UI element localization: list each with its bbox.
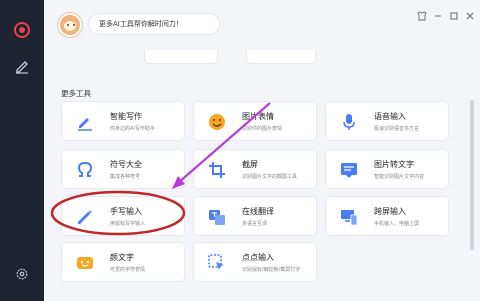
tool-title: 符号大全	[110, 160, 142, 169]
tool-desc: 智能识别图片文字内容	[374, 174, 425, 180]
tool-desc: 极速识别语音多方言	[374, 126, 420, 132]
tool-desc: 多语言互译	[242, 221, 268, 227]
screenshot-icon	[206, 159, 228, 181]
skin-icon[interactable]	[416, 10, 428, 22]
omega-icon	[74, 159, 96, 181]
tool-desc: 用鼠标写字输入	[110, 221, 146, 227]
tool-title: 跨屏输入	[374, 207, 406, 216]
tool-card-smart-writing[interactable]: 智能写作 你身边的AI写作助手	[61, 101, 185, 141]
kaomoji-icon	[74, 252, 96, 274]
click-input-icon	[206, 252, 228, 274]
sidebar	[0, 0, 44, 301]
tool-desc: 识别你的图片表情	[242, 126, 283, 132]
tool-card-handwriting[interactable]: 手写输入 用鼠标写字输入	[61, 196, 185, 236]
microphone-icon	[338, 111, 360, 133]
tool-card-cross-screen[interactable]: 跨屏输入 手机输入，电脑上屏	[325, 196, 449, 236]
tool-card-screenshot[interactable]: 截屏 识别图片文字的截图工具	[193, 149, 317, 189]
tool-desc: 可爱的字符表情	[110, 267, 146, 273]
tool-card-symbols[interactable]: 符号大全 集成各种符号	[61, 149, 185, 189]
image-text-icon	[338, 159, 360, 181]
emoji-icon	[206, 111, 228, 133]
avatar[interactable]	[58, 13, 82, 37]
tool-title: 在线翻译	[242, 207, 274, 216]
header: 更多AI工具帮你解时间力！	[44, 0, 480, 50]
tool-desc: 你身边的AI写作助手	[110, 126, 155, 132]
pen-write-icon	[74, 111, 96, 133]
tool-card-click-input[interactable]: 点点输入 识别鼠标/触控板/截屏打字	[193, 242, 317, 282]
tip-bubble[interactable]: 更多AI工具帮你解时间力！	[88, 13, 220, 35]
tool-title: 截屏	[242, 160, 258, 169]
tool-title: 图片表情	[242, 112, 274, 121]
tool-desc: 识别图片文字的截图工具	[242, 174, 298, 180]
tool-title: 图片转文字	[374, 160, 414, 169]
tool-title: 颜文字	[110, 253, 134, 262]
tool-title: 语音输入	[374, 112, 406, 121]
app-logo-icon[interactable]	[12, 20, 32, 40]
tool-card-kaomoji[interactable]: 颜文字 可爱的字符表情	[61, 242, 185, 282]
tool-card-online-translate[interactable]: 在线翻译 多语言互译	[193, 196, 317, 236]
tool-card-voice-input[interactable]: 语音输入 极速识别语音多方言	[325, 101, 449, 141]
tool-desc: 手机输入，电脑上屏	[374, 221, 420, 227]
minimize-icon[interactable]	[432, 10, 444, 22]
maximize-icon[interactable]	[448, 10, 460, 22]
scrollbar[interactable]	[470, 100, 474, 250]
tool-card-image-to-text[interactable]: 图片转文字 智能识别图片文字内容	[325, 149, 449, 189]
previous-cards-row	[96, 50, 316, 66]
tool-title: 点点输入	[242, 253, 274, 262]
section-title: 更多工具	[61, 89, 91, 98]
app-window: 更多AI工具帮你解时间力！ 更多工具 智能写作 你身边的AI写作助手 图片表情	[0, 0, 480, 301]
edit-icon[interactable]	[12, 56, 32, 76]
handwrite-icon	[74, 206, 96, 228]
settings-icon[interactable]	[12, 264, 32, 284]
translate-icon	[206, 206, 228, 228]
tool-card-image-emoji[interactable]: 图片表情 识别你的图片表情	[193, 101, 317, 141]
tool-desc: 集成各种符号	[110, 174, 141, 180]
tool-title: 智能写作	[110, 112, 142, 121]
tool-desc: 识别鼠标/触控板/截屏打字	[242, 267, 301, 273]
cross-screen-icon	[338, 206, 360, 228]
close-icon[interactable]	[464, 10, 476, 22]
tool-title: 手写输入	[110, 207, 142, 216]
